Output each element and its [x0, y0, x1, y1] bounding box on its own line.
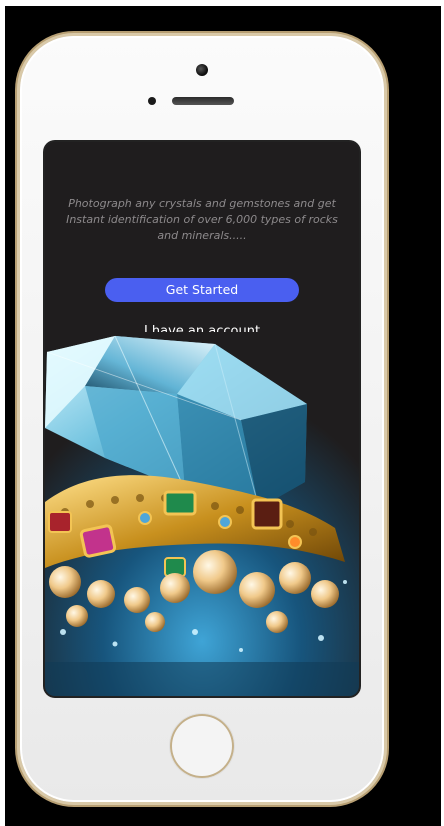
intro-text: Photograph any crystals and gemstones an…	[66, 197, 338, 242]
home-button-icon	[170, 714, 234, 778]
frame-edge-left	[0, 0, 5, 826]
speaker-icon	[172, 97, 234, 105]
app-screen: Photograph any crystals and gemstones an…	[45, 142, 359, 696]
gemstones-illustration	[45, 332, 359, 696]
gemstones-hero-image	[45, 332, 359, 696]
sensor-icon	[148, 97, 156, 105]
get-started-button[interactable]: Get Started	[105, 278, 299, 302]
page-background: Photograph any crystals and gemstones an…	[0, 0, 444, 826]
front-camera-icon	[196, 64, 208, 76]
frame-edge-top	[0, 0, 444, 6]
